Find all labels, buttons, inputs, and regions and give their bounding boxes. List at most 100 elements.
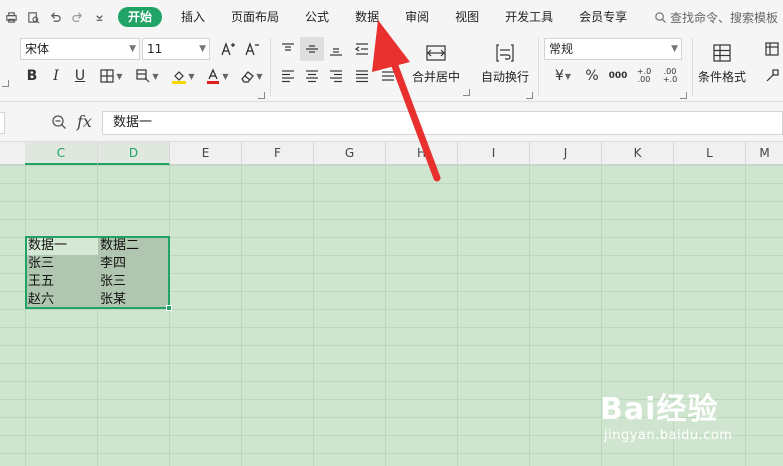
cell-format-button[interactable] [760, 64, 783, 88]
bold-button[interactable]: B [20, 64, 44, 88]
column-header-e[interactable]: E [170, 142, 242, 165]
watermark-brand: Bai经验 [600, 392, 719, 427]
column-header-d[interactable]: D [98, 142, 170, 165]
undo-icon[interactable] [44, 6, 66, 28]
decrease-indent-button[interactable] [350, 37, 374, 61]
cell-style-button[interactable]: ▼ [130, 64, 164, 88]
font-grow-icon [221, 42, 235, 56]
font-size-select[interactable]: 11 ▼ [142, 38, 210, 60]
cell-d1[interactable]: 数据二 [100, 237, 139, 254]
increase-font-size-button[interactable] [216, 37, 240, 61]
percent-button[interactable]: % [580, 64, 604, 88]
merge-cells-icon [426, 45, 446, 61]
increase-decimal-button[interactable]: +.0 .00 [632, 64, 656, 88]
column-header-l[interactable]: L [674, 142, 746, 165]
wrap-text-button[interactable]: 自动换行 [481, 42, 529, 85]
zoom-icon[interactable] [50, 113, 68, 131]
align-bottom-button[interactable] [324, 37, 348, 61]
align-left-icon [282, 70, 294, 83]
wrap-text-label: 自动换行 [481, 70, 530, 84]
chevron-down-icon: ▼ [188, 71, 195, 81]
ribbon-separator [538, 38, 539, 96]
align-center-button[interactable] [300, 64, 324, 88]
justify-icon [356, 70, 368, 83]
borders-icon [100, 69, 115, 83]
borders-button[interactable]: ▼ [94, 64, 128, 88]
font-color-button[interactable]: ▼ [200, 64, 234, 88]
currency-button[interactable]: ¥ ▼ [548, 64, 578, 88]
align-center-icon [306, 70, 318, 83]
italic-button[interactable]: I [44, 64, 68, 88]
column-header-m[interactable]: M [746, 142, 783, 165]
align-top-icon [282, 43, 294, 51]
cell-c3[interactable]: 王五 [28, 273, 54, 290]
number-launcher[interactable] [680, 92, 687, 99]
merge-center-button[interactable]: 合并居中 [412, 42, 460, 85]
column-header-c[interactable]: C [25, 142, 98, 165]
column-header-i[interactable]: I [458, 142, 530, 165]
cell-style-icon [136, 69, 150, 83]
tab-data[interactable]: 数据 [342, 0, 392, 34]
ribbon-home: 宋体 ▼ 11 ▼ B I U ▼ ▼ ▼ ▼ ▼ 合并居中 自动换行 常规 ▼… [0, 34, 783, 102]
cell-d2[interactable]: 李四 [100, 255, 126, 272]
alignment-launcher[interactable] [526, 92, 533, 99]
tab-home[interactable]: 开始 [118, 7, 163, 27]
underline-button[interactable]: U [68, 64, 92, 88]
tab-page-layout[interactable]: 页面布局 [218, 0, 292, 34]
column-header-f[interactable]: F [242, 142, 314, 165]
watermark-url: jingyan.baidu.com [604, 428, 733, 443]
number-format-select[interactable]: 常规 ▼ [544, 38, 682, 60]
cell-d3[interactable]: 张三 [100, 273, 126, 290]
thousands-separator-button[interactable]: 000 [606, 64, 630, 88]
conditional-format-button[interactable]: 条件格式 [698, 42, 746, 85]
tab-member[interactable]: 会员专享 [566, 0, 640, 34]
chevron-down-icon[interactable] [463, 89, 470, 96]
search-icon [655, 11, 667, 23]
chevron-down-icon: ▼ [152, 71, 159, 81]
insert-function-button[interactable]: fx [77, 112, 92, 131]
tab-developer[interactable]: 开发工具 [492, 0, 566, 34]
column-header-h[interactable]: H [386, 142, 458, 165]
font-launcher[interactable] [258, 92, 265, 99]
fill-handle[interactable] [166, 305, 172, 311]
column-header-k[interactable]: K [602, 142, 674, 165]
decrease-font-size-button[interactable] [240, 37, 264, 61]
quick-access-toolbar [0, 0, 110, 34]
menu-bar: 开始 插入 页面布局 公式 数据 审阅 视图 开发工具 会员专享 查找命令、搜索… [0, 0, 783, 34]
formula-input[interactable]: 数据一 [102, 111, 783, 135]
customize-toolbar-icon[interactable] [88, 6, 110, 28]
font-shrink-icon [245, 42, 259, 56]
chevron-down-icon: ▼ [116, 71, 123, 81]
cell-c4[interactable]: 赵六 [28, 291, 54, 308]
redo-icon[interactable] [66, 6, 88, 28]
tab-review[interactable]: 审阅 [392, 0, 442, 34]
align-right-button[interactable] [324, 64, 348, 88]
print-preview-icon[interactable] [22, 6, 44, 28]
fill-color-button[interactable]: ▼ [166, 64, 200, 88]
name-box[interactable] [0, 112, 5, 134]
ribbon-separator [692, 38, 693, 96]
align-left-button[interactable] [276, 64, 300, 88]
justify-button[interactable] [350, 64, 374, 88]
align-middle-button[interactable] [300, 37, 324, 61]
currency-icon: ¥ [554, 68, 564, 84]
tab-formulas[interactable]: 公式 [292, 0, 342, 34]
print-icon[interactable] [0, 6, 22, 28]
table-style-button[interactable] [760, 37, 783, 61]
distributed-align-button[interactable] [376, 64, 400, 88]
cell-d4[interactable]: 张某 [100, 291, 126, 308]
tab-insert[interactable]: 插入 [168, 0, 218, 34]
column-header-g[interactable]: G [314, 142, 386, 165]
tab-view[interactable]: 视图 [442, 0, 492, 34]
cell-c1[interactable]: 数据一 [28, 237, 67, 254]
clipboard-launcher[interactable] [2, 80, 9, 87]
command-search[interactable]: 查找命令、搜索模板 [654, 0, 778, 34]
align-bottom-icon [330, 48, 342, 56]
clear-format-button[interactable]: ▼ [234, 64, 268, 88]
decrease-decimal-button[interactable]: .00 +.0 [658, 64, 682, 88]
eraser-icon [241, 71, 255, 83]
align-top-button[interactable] [276, 37, 300, 61]
font-name-select[interactable]: 宋体 ▼ [20, 38, 140, 60]
cell-c2[interactable]: 张三 [28, 255, 54, 272]
column-header-j[interactable]: J [530, 142, 602, 165]
